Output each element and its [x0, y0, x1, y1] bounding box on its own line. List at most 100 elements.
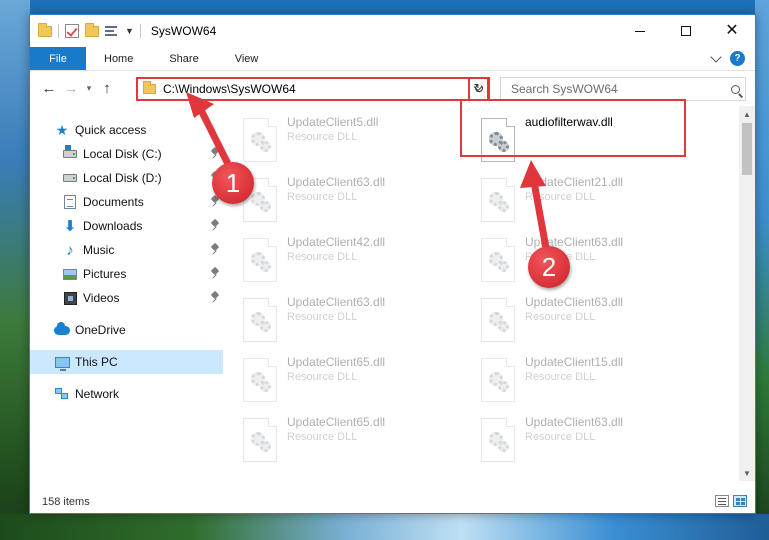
pin-icon[interactable] [210, 290, 220, 303]
scroll-up-icon[interactable]: ▲ [739, 106, 755, 122]
file-item[interactable]: UpdateClient63.dllResource DLL [471, 232, 701, 288]
step-1-badge: 1 [212, 162, 254, 204]
nav-item-label: Local Disk (C:) [83, 147, 162, 161]
explorer-body: ★ Quick access Local Disk (C:) Local Dis… [30, 106, 755, 481]
title-bar: ▼ SysWOW64 ✕ [30, 15, 755, 47]
pictures-icon [62, 266, 78, 282]
expand-ribbon-icon[interactable] [710, 50, 722, 63]
nav-item-label: This PC [75, 355, 118, 369]
nav-onedrive[interactable]: OneDrive [30, 318, 223, 342]
dll-file-icon [243, 298, 277, 342]
file-item[interactable]: UpdateClient63.dllResource DLL [233, 292, 463, 348]
tab-view[interactable]: View [217, 47, 277, 70]
pin-icon[interactable] [210, 218, 220, 231]
address-bar[interactable]: C:\Windows\SysWOW64 [136, 77, 489, 101]
dll-file-icon [243, 358, 277, 402]
dll-file-icon [481, 238, 515, 282]
nav-network[interactable]: Network [30, 382, 223, 406]
nav-item-label: Quick access [75, 123, 147, 137]
search-input[interactable]: Search SysWOW64 [500, 77, 746, 101]
chevron-down-icon: ▾ [86, 82, 92, 93]
dll-file-icon [243, 118, 277, 162]
file-item[interactable]: UpdateClient65.dll Resource DLL [233, 412, 463, 468]
pin-icon[interactable] [210, 266, 220, 279]
nav-item-local-disk-d[interactable]: Local Disk (D:) [30, 166, 223, 190]
back-button[interactable]: ← [38, 77, 60, 99]
file-item[interactable]: UpdateClient65.dll Resource DLL [233, 352, 463, 408]
back-arrow-icon: ← [41, 79, 57, 97]
nav-this-pc[interactable]: This PC [30, 350, 223, 374]
dll-file-icon [481, 298, 515, 342]
pin-icon[interactable] [210, 146, 220, 159]
search-placeholder: Search SysWOW64 [511, 82, 618, 96]
minimize-button[interactable] [617, 15, 663, 47]
nav-item-downloads[interactable]: ⬇ Downloads [30, 214, 223, 238]
file-type: Resource DLL [287, 251, 358, 263]
tab-file[interactable]: File [30, 47, 86, 70]
toolbar-divider [139, 24, 141, 38]
properties-check-icon[interactable] [65, 24, 79, 38]
videos-icon [62, 290, 78, 306]
file-item[interactable]: UpdateClient63.dllResource DLL [233, 172, 463, 228]
nav-item-music[interactable]: ♪ Music [30, 238, 223, 262]
help-icon[interactable]: ? [730, 51, 745, 66]
nav-item-documents[interactable]: Documents [30, 190, 223, 214]
nav-item-videos[interactable]: Videos [30, 286, 223, 310]
status-bar: 158 items [30, 491, 755, 513]
nav-item-label: Pictures [83, 267, 127, 281]
file-name: UpdateClient63.dll [525, 295, 624, 309]
scroll-down-icon[interactable]: ▼ [739, 465, 755, 481]
computer-icon [54, 354, 70, 371]
vertical-scrollbar[interactable]: ▲ ▼ [739, 106, 755, 481]
search-icon[interactable] [725, 84, 745, 94]
navigation-pane: ★ Quick access Local Disk (C:) Local Dis… [30, 106, 223, 481]
file-item[interactable]: UpdateClient63.dll Resource DLL [471, 412, 701, 468]
item-count: 158 items [42, 496, 90, 508]
highlight-target-file [460, 99, 686, 157]
toolbar-dropdown-icon[interactable]: ▼ [125, 26, 134, 36]
scrollbar-thumb[interactable] [742, 123, 752, 175]
file-type: Resource DLL [525, 431, 596, 443]
maximize-button[interactable] [663, 15, 709, 47]
file-name: UpdateClient63.dll [525, 415, 624, 429]
refresh-icon: ↻ [473, 81, 485, 96]
refresh-button[interactable]: ↻ [468, 77, 490, 101]
address-path[interactable]: C:\Windows\SysWOW64 [163, 82, 469, 96]
file-name: UpdateClient15.dll [525, 355, 624, 369]
file-item[interactable]: UpdateClient15.dll Resource DLL [471, 352, 701, 408]
file-type: Resource DLL [287, 131, 358, 143]
recent-locations-button[interactable]: ▾ [82, 83, 96, 94]
file-item[interactable]: UpdateClient21.dll Resource DLL [471, 172, 701, 228]
file-item[interactable]: UpdateClient63.dll Resource DLL [471, 292, 701, 348]
file-item[interactable]: UpdateClient42.dll Resource DLL [233, 232, 463, 288]
details-view-icon[interactable] [715, 495, 729, 507]
file-list: UpdateClient5.dll Resource DLL UpdateClie… [223, 106, 755, 481]
step-2-badge: 2 [528, 246, 570, 288]
view-switcher [715, 495, 747, 507]
nav-item-pictures[interactable]: Pictures [30, 262, 223, 286]
dll-file-icon [481, 418, 515, 462]
pin-icon[interactable] [210, 242, 220, 255]
forward-button[interactable]: → [60, 77, 82, 99]
nav-item-label: Downloads [83, 219, 143, 233]
file-type: Resource DLL [287, 431, 358, 443]
file-type: Resource DLL [525, 311, 596, 323]
up-button[interactable]: ↑ [96, 77, 118, 99]
network-icon [54, 386, 70, 402]
nav-quick-access[interactable]: ★ Quick access [30, 118, 223, 142]
desktop-wallpaper-left [0, 0, 30, 540]
customize-toolbar-icon[interactable] [105, 24, 119, 38]
tab-home[interactable]: Home [86, 47, 151, 70]
large-icons-view-icon[interactable] [733, 495, 747, 507]
file-name: UpdateClient21.dll [525, 175, 624, 189]
new-folder-icon[interactable] [85, 22, 99, 37]
close-button[interactable]: ✕ [709, 15, 755, 47]
nav-item-local-disk-c[interactable]: Local Disk (C:) [30, 142, 223, 166]
ribbon-right-controls: ? [710, 47, 755, 70]
file-item[interactable]: UpdateClient5.dll Resource DLL [233, 112, 463, 168]
dll-file-icon [481, 178, 515, 222]
file-name: UpdateClient65.dll [287, 415, 386, 429]
nav-item-label: OneDrive [75, 323, 126, 337]
tab-share[interactable]: Share [151, 47, 216, 70]
file-name: UpdateClient63.dll [287, 175, 386, 189]
